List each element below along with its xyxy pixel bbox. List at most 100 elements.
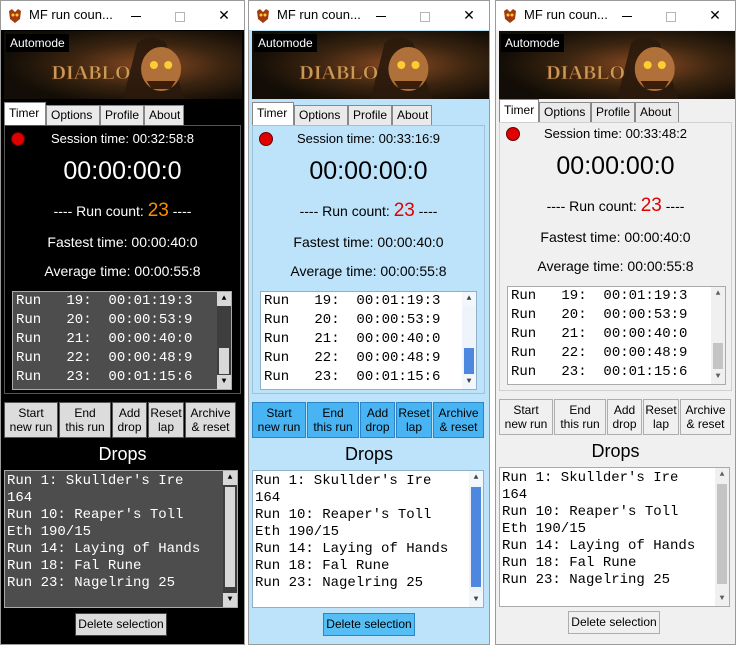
- tab-timer[interactable]: Timer: [252, 102, 294, 125]
- drops-list[interactable]: Run 1: Skullder's Ire 164 Run 10: Reaper's…: [4, 470, 238, 608]
- list-item[interactable]: Run 14: Laying of Hands: [5, 541, 237, 558]
- scroll-thumb[interactable]: [713, 343, 723, 369]
- close-button[interactable]: ✕: [206, 1, 242, 30]
- tab-about[interactable]: About: [392, 105, 432, 125]
- list-item[interactable]: Run 19: 00:01:19:3: [261, 292, 476, 311]
- tab-options[interactable]: Options: [294, 105, 348, 125]
- scroll-thumb[interactable]: [219, 348, 229, 374]
- list-item[interactable]: 164: [500, 487, 729, 504]
- tab-profile[interactable]: Profile: [591, 102, 635, 122]
- list-item[interactable]: Run 22: 00:00:48:9: [13, 349, 231, 368]
- start-new-run-button[interactable]: Start new run: [4, 402, 58, 438]
- minimize-button[interactable]: [609, 1, 645, 30]
- list-item[interactable]: Run 23: 00:01:15:6: [261, 368, 476, 387]
- scroll-thumb[interactable]: [471, 487, 481, 587]
- list-item[interactable]: Run 22: 00:00:48:9: [261, 349, 476, 368]
- scroll-down-arrow-icon[interactable]: ▼: [715, 592, 729, 606]
- list-item[interactable]: Run 18: Fal Rune: [500, 555, 729, 572]
- delete-selection-button[interactable]: Delete selection: [75, 613, 167, 636]
- list-item[interactable]: Run 1: Skullder's Ire: [500, 470, 729, 487]
- list-item[interactable]: Run 1: Skullder's Ire: [253, 473, 483, 490]
- vertical-scrollbar[interactable]: ▲ ▼: [223, 471, 237, 607]
- title-bar[interactable]: MF run coun... ✕: [1, 1, 244, 30]
- scroll-up-arrow-icon[interactable]: ▲: [715, 468, 729, 482]
- scroll-thumb[interactable]: [464, 348, 474, 374]
- title-bar[interactable]: MF run coun... ✕: [496, 1, 735, 30]
- reset-lap-button[interactable]: Reset lap: [643, 399, 679, 435]
- drops-list[interactable]: Run 1: Skullder's Ire 164 Run 10: Reaper's…: [252, 470, 484, 608]
- list-item[interactable]: Run 18: Fal Rune: [5, 558, 237, 575]
- tab-about[interactable]: About: [144, 105, 184, 125]
- scroll-thumb[interactable]: [717, 484, 727, 584]
- list-item[interactable]: Run 20: 00:00:53:9: [261, 311, 476, 330]
- tab-profile[interactable]: Profile: [348, 105, 392, 125]
- tab-about[interactable]: About: [635, 102, 679, 122]
- list-item[interactable]: Run 10: Reaper's Toll: [5, 507, 237, 524]
- vertical-scrollbar[interactable]: ▲ ▼: [217, 292, 231, 389]
- vertical-scrollbar[interactable]: ▲ ▼: [711, 287, 725, 384]
- scroll-up-arrow-icon[interactable]: ▲: [711, 287, 725, 301]
- list-item[interactable]: Run 23: Nagelring 25: [5, 575, 237, 592]
- list-item[interactable]: Run 19: 00:01:19:3: [13, 292, 231, 311]
- drops-list[interactable]: Run 1: Skullder's Ire 164 Run 10: Reaper's…: [499, 467, 730, 607]
- start-new-run-button[interactable]: Start new run: [499, 399, 553, 435]
- delete-selection-button[interactable]: Delete selection: [323, 613, 415, 636]
- scroll-down-arrow-icon[interactable]: ▼: [462, 375, 476, 389]
- list-item[interactable]: Run 18: Fal Rune: [253, 558, 483, 575]
- maximize-button[interactable]: [653, 1, 689, 30]
- archive-reset-button[interactable]: Archive & reset: [680, 399, 731, 435]
- list-item[interactable]: Run 20: 00:00:53:9: [508, 306, 725, 325]
- list-item[interactable]: 164: [253, 490, 483, 507]
- add-drop-button[interactable]: Add drop: [360, 402, 395, 438]
- scroll-down-arrow-icon[interactable]: ▼: [217, 375, 231, 389]
- list-item[interactable]: Run 21: 00:00:40:0: [261, 330, 476, 349]
- end-this-run-button[interactable]: End this run: [554, 399, 606, 435]
- add-drop-button[interactable]: Add drop: [607, 399, 642, 435]
- reset-lap-button[interactable]: Reset lap: [396, 402, 432, 438]
- vertical-scrollbar[interactable]: ▲ ▼: [469, 471, 483, 607]
- list-item[interactable]: Run 1: Skullder's Ire: [5, 473, 237, 490]
- add-drop-button[interactable]: Add drop: [112, 402, 147, 438]
- tab-options[interactable]: Options: [539, 102, 591, 122]
- tab-timer[interactable]: Timer: [499, 99, 539, 122]
- tab-timer[interactable]: Timer: [4, 102, 46, 125]
- list-item[interactable]: Run 22: 00:00:48:9: [508, 344, 725, 363]
- list-item[interactable]: Run 23: 00:01:15:6: [508, 363, 725, 382]
- scroll-up-arrow-icon[interactable]: ▲: [462, 292, 476, 306]
- archive-reset-button[interactable]: Archive & reset: [433, 402, 484, 438]
- list-item[interactable]: Run 19: 00:01:19:3: [508, 287, 725, 306]
- minimize-button[interactable]: [118, 1, 154, 30]
- list-item[interactable]: Run 23: 00:01:15:6: [13, 368, 231, 387]
- list-item[interactable]: Run 23: Nagelring 25: [253, 575, 483, 592]
- scroll-up-arrow-icon[interactable]: ▲: [217, 292, 231, 306]
- list-item[interactable]: Run 20: 00:00:53:9: [13, 311, 231, 330]
- end-this-run-button[interactable]: End this run: [59, 402, 111, 438]
- tab-options[interactable]: Options: [46, 105, 100, 125]
- list-item[interactable]: 164: [5, 490, 237, 507]
- archive-reset-button[interactable]: Archive & reset: [185, 402, 236, 438]
- start-new-run-button[interactable]: Start new run: [252, 402, 306, 438]
- scroll-up-arrow-icon[interactable]: ▲: [469, 471, 483, 485]
- list-item[interactable]: Eth 190/15: [500, 521, 729, 538]
- run-history-list[interactable]: Run 19: 00:01:19:3 Run 20: 00:00:53:9 Run …: [507, 286, 726, 385]
- list-item[interactable]: Run 10: Reaper's Toll: [500, 504, 729, 521]
- title-bar[interactable]: MF run coun... ✕: [249, 1, 489, 30]
- scroll-down-arrow-icon[interactable]: ▼: [223, 593, 237, 607]
- scroll-down-arrow-icon[interactable]: ▼: [711, 370, 725, 384]
- list-item[interactable]: Run 21: 00:00:40:0: [13, 330, 231, 349]
- vertical-scrollbar[interactable]: ▲ ▼: [462, 292, 476, 389]
- list-item[interactable]: Eth 190/15: [253, 524, 483, 541]
- maximize-button[interactable]: [407, 1, 443, 30]
- scroll-thumb[interactable]: [225, 487, 235, 587]
- scroll-down-arrow-icon[interactable]: ▼: [469, 593, 483, 607]
- vertical-scrollbar[interactable]: ▲ ▼: [715, 468, 729, 606]
- list-item[interactable]: Run 10: Reaper's Toll: [253, 507, 483, 524]
- list-item[interactable]: Eth 190/15: [5, 524, 237, 541]
- list-item[interactable]: Run 14: Laying of Hands: [253, 541, 483, 558]
- end-this-run-button[interactable]: End this run: [307, 402, 359, 438]
- tab-profile[interactable]: Profile: [100, 105, 144, 125]
- close-button[interactable]: ✕: [697, 1, 733, 30]
- delete-selection-button[interactable]: Delete selection: [568, 611, 660, 634]
- list-item[interactable]: Run 21: 00:00:40:0: [508, 325, 725, 344]
- maximize-button[interactable]: [162, 1, 198, 30]
